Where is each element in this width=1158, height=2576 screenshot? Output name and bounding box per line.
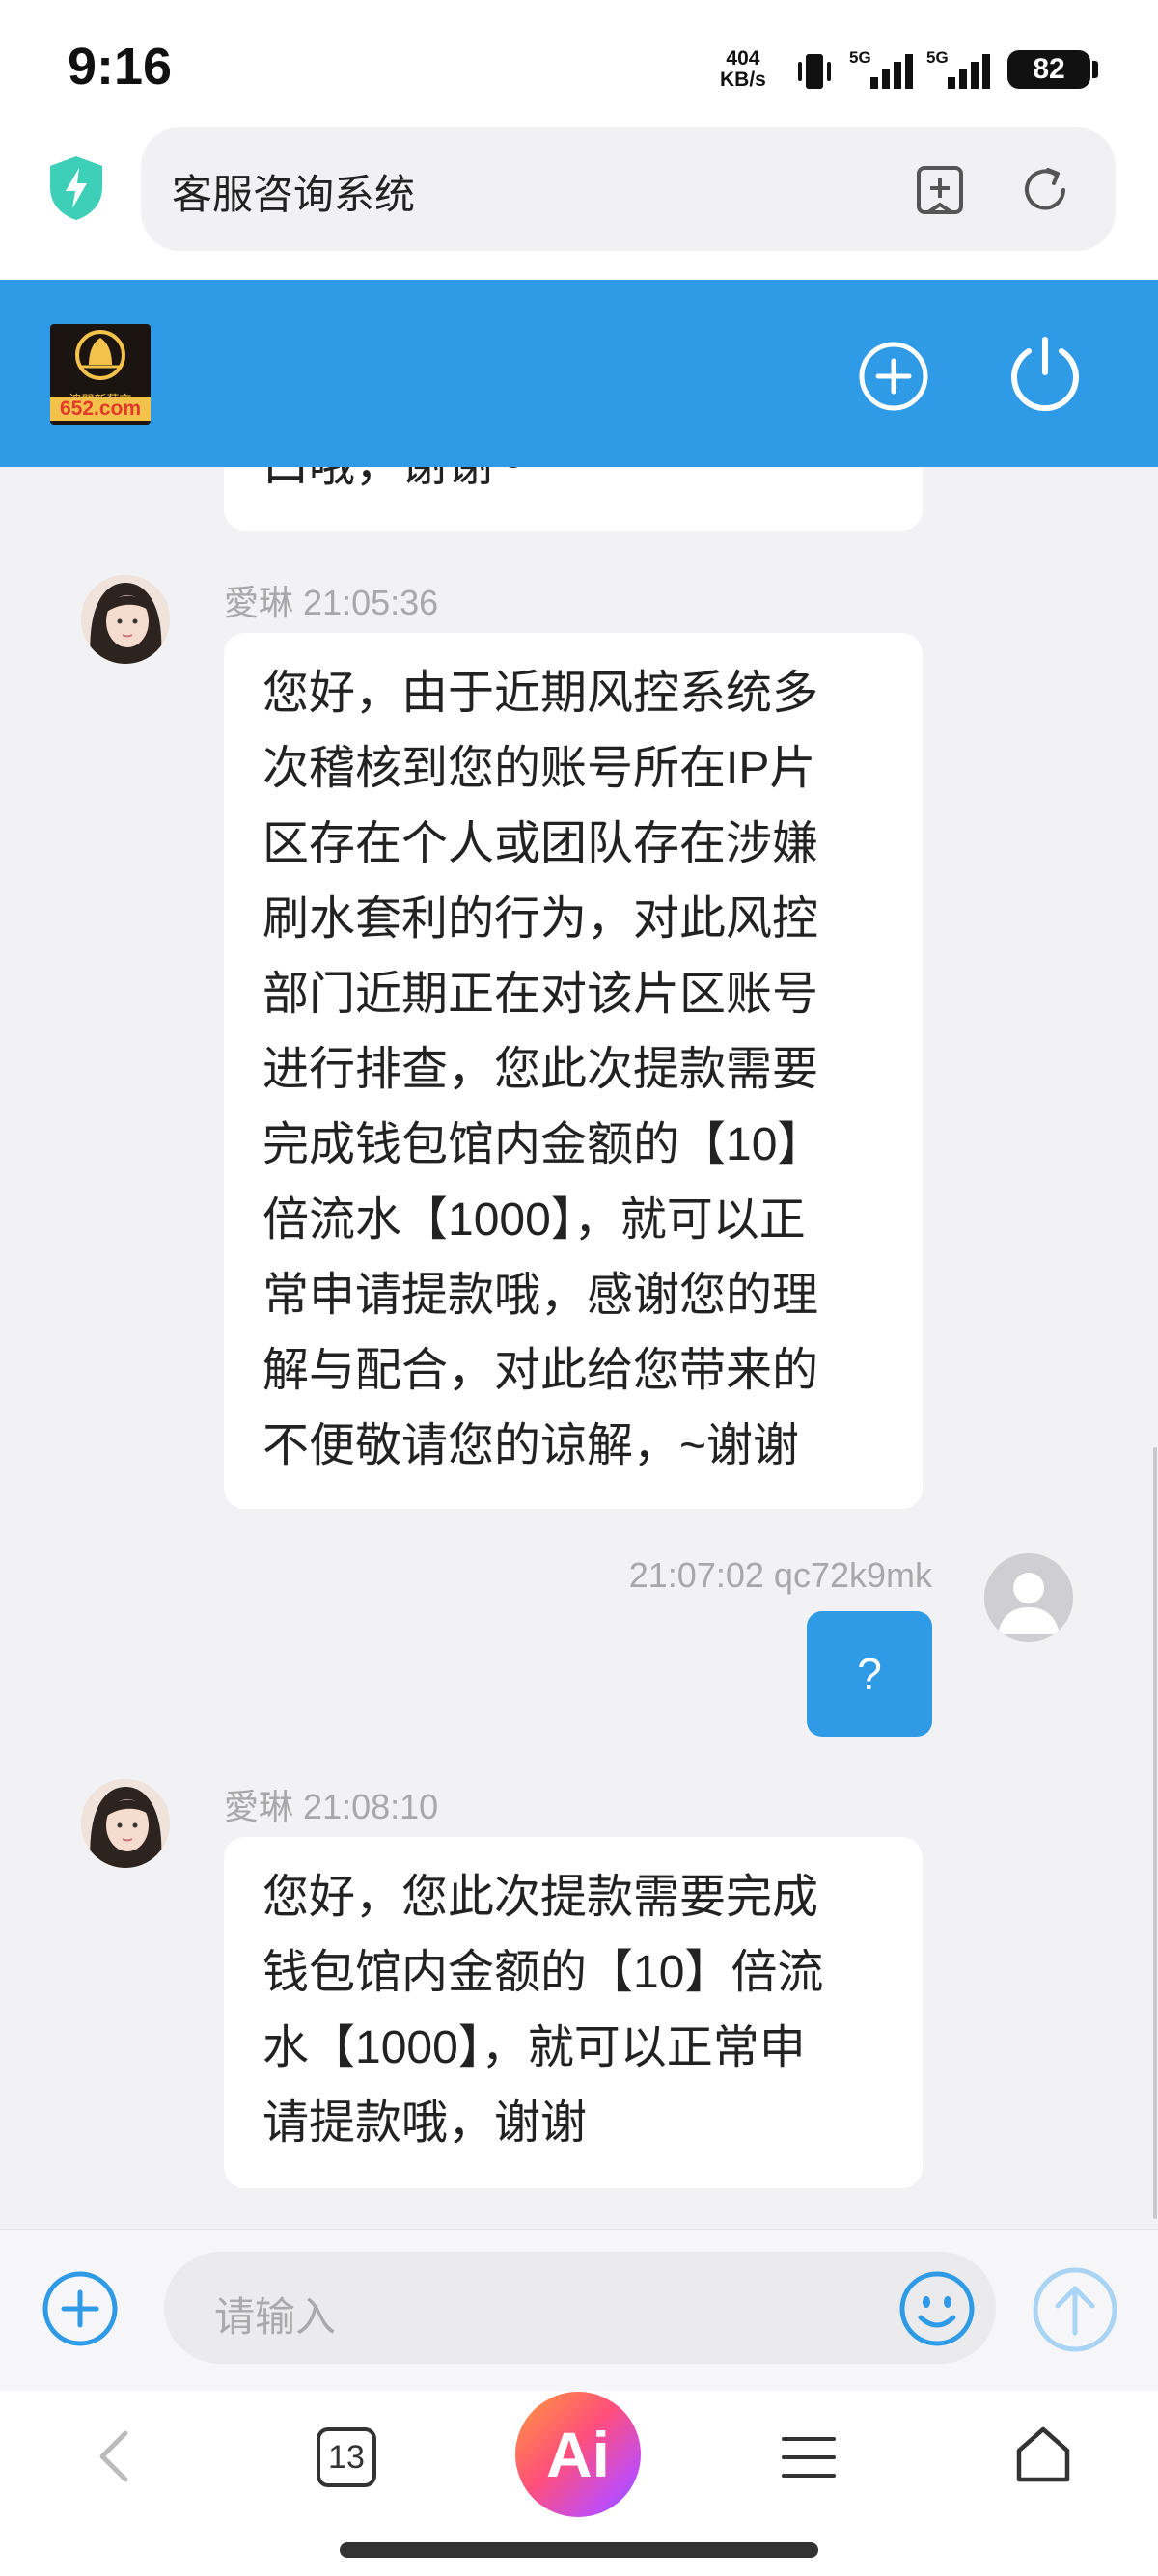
- message-line: 您好，由于近期风控系统多: [262, 668, 819, 719]
- menu-icon[interactable]: [782, 2433, 836, 2481]
- message-sender: 愛琳: [224, 1787, 294, 1826]
- brand-logo: 澳門新葡京 652.com: [50, 324, 151, 425]
- message-text: 口哦，谢谢~: [262, 467, 521, 491]
- message-bubble-partial: 口哦，谢谢~: [224, 467, 923, 531]
- reload-icon[interactable]: [1019, 164, 1071, 216]
- send-arrow-icon[interactable]: [1031, 2265, 1119, 2354]
- message-time: 21:08:10: [303, 1787, 439, 1826]
- home-icon[interactable]: [1013, 2425, 1073, 2485]
- chat-scrollbar[interactable]: [1153, 1447, 1157, 2219]
- message-line: 刷水套利的行为，对此风控: [262, 893, 819, 945]
- agent-avatar: [81, 1779, 170, 1868]
- tabs-count-button[interactable]: 13: [317, 2427, 376, 2487]
- plus-circle-icon[interactable]: [857, 340, 930, 413]
- message-line: 倍流水【1000】，就可以正: [262, 1194, 806, 1246]
- plus-circle-icon[interactable]: [41, 2269, 120, 2348]
- message-meta: 愛琳 21:08:10: [224, 1779, 438, 1829]
- signal-strength-2: 5G: [926, 48, 1000, 91]
- ai-assistant-button[interactable]: Ai: [515, 2392, 641, 2517]
- status-time: 9:16: [68, 38, 173, 96]
- message-bubble: 您好，您此次提款需要完成 钱包馆内金额的【10】倍流 水【1000】，就可以正常…: [224, 1837, 923, 2188]
- vibrate-icon: [798, 54, 831, 89]
- message-time: 21:05:36: [303, 583, 439, 622]
- user-avatar: [984, 1553, 1073, 1642]
- network-speed: 404 KB/s: [720, 48, 766, 91]
- shield-lightning-icon[interactable]: [46, 154, 106, 222]
- bookmark-add-icon[interactable]: [915, 164, 965, 216]
- message-meta: 21:07:02 qc72k9mk: [600, 1555, 932, 1596]
- message-meta: 愛琳 21:05:36: [224, 575, 438, 625]
- message-line: 解与配合，对此给您带来的: [262, 1345, 819, 1396]
- network-speed-value: 404: [726, 47, 760, 69]
- page-title[interactable]: 客服咨询系统: [172, 162, 415, 221]
- message-line: 完成钱包馆内金额的【10】: [262, 1119, 824, 1170]
- signal-bars-icon: [948, 54, 990, 89]
- message-line: 部门近期正在对该片区账号: [262, 969, 819, 1020]
- chat-message-list[interactable]: 口哦，谢谢~ 愛琳 21:05:36 您好，由于近期风控系统多 次稽核到您的账号…: [0, 467, 1158, 2229]
- message-sender: qc72k9mk: [773, 1555, 932, 1595]
- back-chevron-icon[interactable]: [93, 2427, 135, 2485]
- logo-domain: 652.com: [50, 397, 151, 421]
- agent-photo: [81, 575, 170, 664]
- gesture-bar[interactable]: [340, 2542, 818, 2558]
- signal-bars-icon: [870, 54, 913, 89]
- message-line: 您好，您此次提款需要完成: [262, 1872, 819, 1923]
- message-time: 21:07:02: [628, 1555, 764, 1595]
- default-user-icon: [984, 1553, 1073, 1642]
- message-text: ?: [857, 1649, 882, 1699]
- agent-avatar: [81, 575, 170, 664]
- message-line: 区存在个人或团队存在涉嫌: [262, 818, 819, 869]
- message-bubble-user: ?: [807, 1611, 932, 1737]
- message-line: 进行排查，您此次提款需要: [262, 1044, 819, 1095]
- signal-strength-1: 5G: [849, 48, 923, 91]
- battery-cap: [1092, 61, 1098, 78]
- power-icon[interactable]: [1004, 334, 1087, 417]
- message-line: 常申请提款哦，感谢您的理: [262, 1270, 819, 1321]
- battery-indicator: 82: [1007, 50, 1090, 89]
- message-bubble: 您好，由于近期风控系统多 次稽核到您的账号所在IP片 区存在个人或团队存在涉嫌 …: [224, 633, 923, 1509]
- network-speed-unit: KB/s: [720, 69, 766, 91]
- emoji-icon[interactable]: [897, 2269, 977, 2348]
- agent-photo: [81, 1779, 170, 1868]
- message-line: 请提款哦，谢谢: [262, 2097, 588, 2149]
- message-line: 次稽核到您的账号所在IP片: [262, 743, 816, 794]
- message-input-placeholder[interactable]: 请输入: [214, 2285, 336, 2343]
- message-sender: 愛琳: [224, 583, 294, 622]
- message-line: 不便敬请您的谅解，~谢谢: [262, 1420, 800, 1471]
- logo-emblem-icon: [75, 330, 125, 380]
- chat-header: [0, 280, 1158, 467]
- message-line: 水【1000】，就可以正常申: [262, 2022, 806, 2073]
- message-line: 钱包馆内金额的【10】倍流: [262, 1947, 824, 1998]
